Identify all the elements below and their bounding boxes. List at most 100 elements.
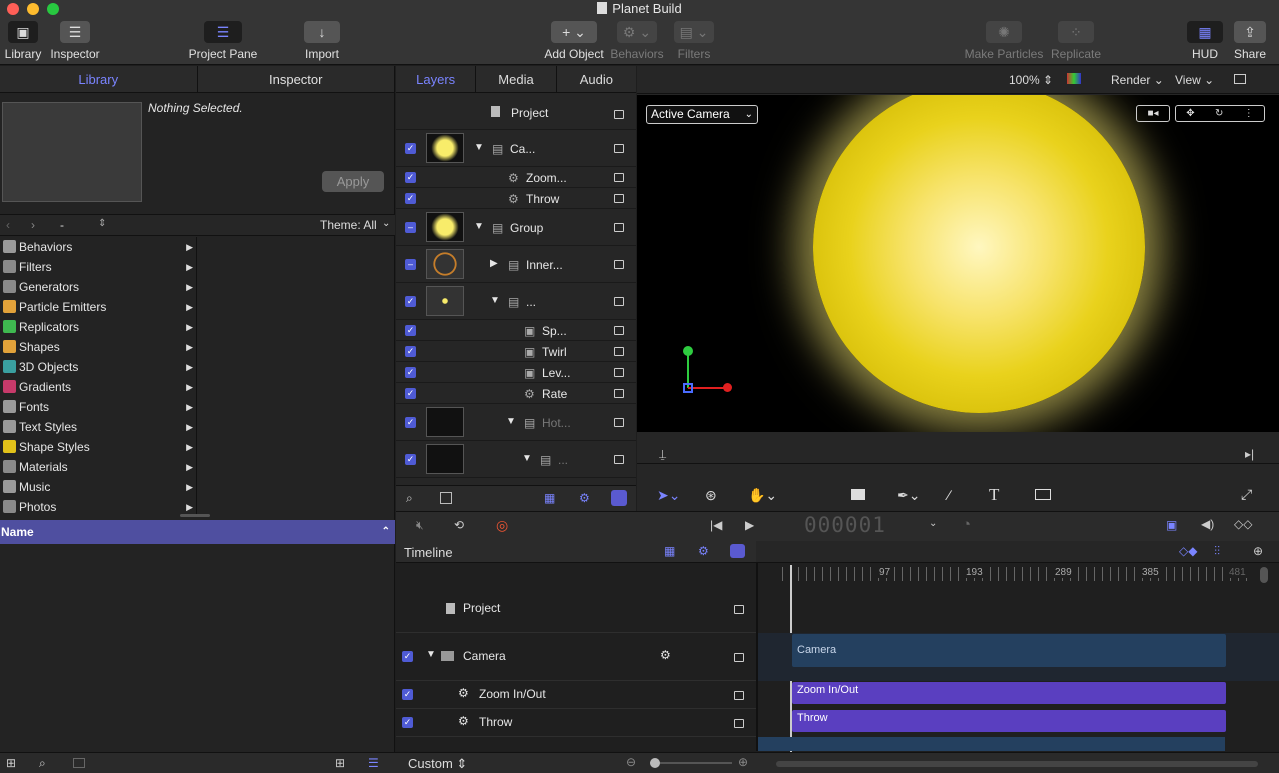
lock-icon[interactable]: [614, 418, 624, 427]
new-folder-icon[interactable]: ⊞: [6, 756, 16, 770]
library-category-generators[interactable]: Generators ▶: [0, 277, 196, 297]
play-icon[interactable]: ▶: [745, 518, 754, 532]
pen-tool-icon[interactable]: ✒⌄: [897, 487, 920, 504]
library-category-photos[interactable]: Photos ▶: [0, 497, 196, 514]
replicate-button[interactable]: ⁘ Replicate: [1050, 21, 1102, 61]
layers-toggle-icon[interactable]: [730, 544, 745, 558]
inspector-button[interactable]: ☰ Inspector: [48, 21, 102, 61]
lock-icon[interactable]: [734, 719, 744, 728]
transform-tool-icon[interactable]: ⊛: [705, 487, 717, 504]
x-axis-handle[interactable]: [723, 383, 732, 392]
playhead-icon[interactable]: ⍊: [659, 447, 666, 462]
layer-row[interactable]: ✓ ▼ ▤...: [396, 441, 636, 478]
lock-icon[interactable]: [614, 223, 624, 232]
hud-button[interactable]: ▦ HUD: [1186, 21, 1224, 61]
list-view-icon[interactable]: ☰: [368, 756, 379, 770]
library-category-shapes[interactable]: Shapes ▶: [0, 337, 196, 357]
shape-tool-icon[interactable]: [851, 489, 865, 500]
library-category-filters[interactable]: Filters ▶: [0, 257, 196, 277]
camera-select[interactable]: Active Camera ⌄: [646, 105, 758, 124]
disclosure-triangle-icon[interactable]: ▼: [474, 142, 484, 153]
layer-row-project[interactable]: Project: [396, 94, 636, 130]
chevron-down-icon[interactable]: ⌄: [382, 218, 390, 229]
library-category-particle-emitters[interactable]: Particle Emitters ▶: [0, 297, 196, 317]
close-button[interactable]: [7, 3, 19, 15]
audio-icon[interactable]: ◀): [1201, 517, 1214, 531]
enable-checkbox[interactable]: ✓: [405, 454, 416, 465]
enable-checkbox[interactable]: ✓: [405, 172, 416, 183]
enable-checkbox[interactable]: ✓: [405, 346, 416, 357]
timecode-display[interactable]: 000001: [804, 513, 886, 537]
library-category-replicators[interactable]: Replicators ▶: [0, 317, 196, 337]
gear-icon[interactable]: ⚙: [660, 648, 671, 662]
layer-row[interactable]: ✓ ⚙ Rate: [396, 383, 636, 404]
enable-checkbox[interactable]: ✓: [402, 717, 413, 728]
library-category-music[interactable]: Music ▶: [0, 477, 196, 497]
go-to-start-icon[interactable]: |◀: [710, 518, 722, 532]
lock-icon[interactable]: [614, 326, 624, 335]
tab-library[interactable]: Library: [0, 66, 198, 92]
disclosure-triangle-icon[interactable]: ▼: [474, 221, 484, 232]
orbit-icon[interactable]: ↻: [1215, 106, 1223, 121]
camera-tools[interactable]: ✥ ↻ ⋮: [1175, 105, 1265, 122]
layer-row[interactable]: – ▶ ▤ Inner...: [396, 246, 636, 283]
text-tool-icon[interactable]: T: [989, 485, 999, 505]
zoom-slider-thumb[interactable]: [650, 758, 660, 768]
make-particles-button[interactable]: ✺ Make Particles: [964, 21, 1044, 61]
hand-tool-icon[interactable]: ✋⌄: [748, 487, 777, 504]
enable-checkbox[interactable]: ✓: [405, 296, 416, 307]
add-object-button[interactable]: + ⌄ Add Object: [543, 21, 605, 61]
zoom-button[interactable]: [47, 3, 59, 15]
enable-checkbox[interactable]: ✓: [405, 417, 416, 428]
speed-icon[interactable]: ◔: [962, 516, 971, 533]
layer-row[interactable]: ✓ ▣ Twirl: [396, 341, 636, 362]
enable-checkbox[interactable]: ✓: [405, 143, 416, 154]
apply-button[interactable]: Apply: [322, 171, 384, 192]
timeline-row-throw[interactable]: ✓ ⚙ Throw: [396, 709, 756, 737]
library-category-fonts[interactable]: Fonts ▶: [0, 397, 196, 417]
enable-checkbox[interactable]: ✓: [405, 193, 416, 204]
library-category-behaviors[interactable]: Behaviors ▶: [0, 237, 196, 257]
search-icon[interactable]: ⌕: [406, 491, 413, 506]
camera-icon[interactable]: ■◂: [1136, 105, 1170, 122]
thumbnail-toggle-icon[interactable]: [440, 492, 452, 504]
timeline-row-zoom[interactable]: ✓ ⚙ Zoom In/Out: [396, 681, 756, 709]
behavior-gear-icon[interactable]: ⚙: [579, 491, 590, 505]
zoom-level[interactable]: 100% ⇕: [1009, 73, 1053, 87]
tab-audio[interactable]: Audio: [557, 66, 636, 92]
library-category-text-styles[interactable]: Text Styles ▶: [0, 417, 196, 437]
horizontal-scrollbar[interactable]: [776, 761, 1258, 767]
viewer[interactable]: Active Camera ⌄ ■◂ ✥ ↻ ⋮: [637, 95, 1279, 432]
y-axis-handle[interactable]: [683, 346, 693, 356]
grid-view-icon[interactable]: ⊞: [335, 756, 345, 770]
mini-timeline[interactable]: ⍊ ▸|: [637, 444, 1279, 464]
minimize-button[interactable]: [27, 3, 39, 15]
lock-icon[interactable]: [614, 455, 624, 464]
layer-row[interactable]: ✓ ▼ ▤ Hot...: [396, 404, 636, 441]
filter-grid-icon[interactable]: ▦: [664, 544, 675, 558]
camera-bar[interactable]: Camera: [792, 634, 1226, 667]
loop-icon[interactable]: ⟲: [454, 518, 464, 532]
disclosure-triangle-icon[interactable]: ▼: [490, 295, 500, 306]
paint-tool-icon[interactable]: ∕: [948, 487, 950, 503]
enable-checkbox[interactable]: ✓: [402, 689, 413, 700]
render-menu[interactable]: Render ⌄: [1111, 73, 1164, 87]
out-point-icon[interactable]: ▸|: [1245, 447, 1254, 461]
timecode-menu-icon[interactable]: ⌄: [929, 518, 937, 529]
vertical-scroll-thumb[interactable]: [1260, 567, 1268, 583]
library-button[interactable]: ▣ Library: [4, 21, 42, 61]
project-pane-button[interactable]: ☰ Project Pane: [186, 21, 260, 61]
zoom-out-icon[interactable]: ⊖: [626, 755, 636, 769]
back-icon[interactable]: ‹: [6, 218, 10, 232]
lock-icon[interactable]: [614, 144, 624, 153]
custom-select[interactable]: Custom ⇕: [408, 756, 467, 772]
enable-checkbox[interactable]: –: [405, 259, 416, 270]
lock-icon[interactable]: [614, 347, 624, 356]
mute-icon[interactable]: 🔇︎: [416, 518, 424, 533]
tab-layers[interactable]: Layers: [396, 66, 477, 92]
timeline-row-camera[interactable]: ✓ ▼ Camera ⚙: [396, 633, 756, 681]
snapping-icon[interactable]: ⫶⫶: [1214, 544, 1220, 559]
filter-grid-icon[interactable]: ▦: [544, 491, 555, 505]
origin-handle[interactable]: [683, 383, 693, 393]
tab-media[interactable]: Media: [476, 66, 557, 92]
